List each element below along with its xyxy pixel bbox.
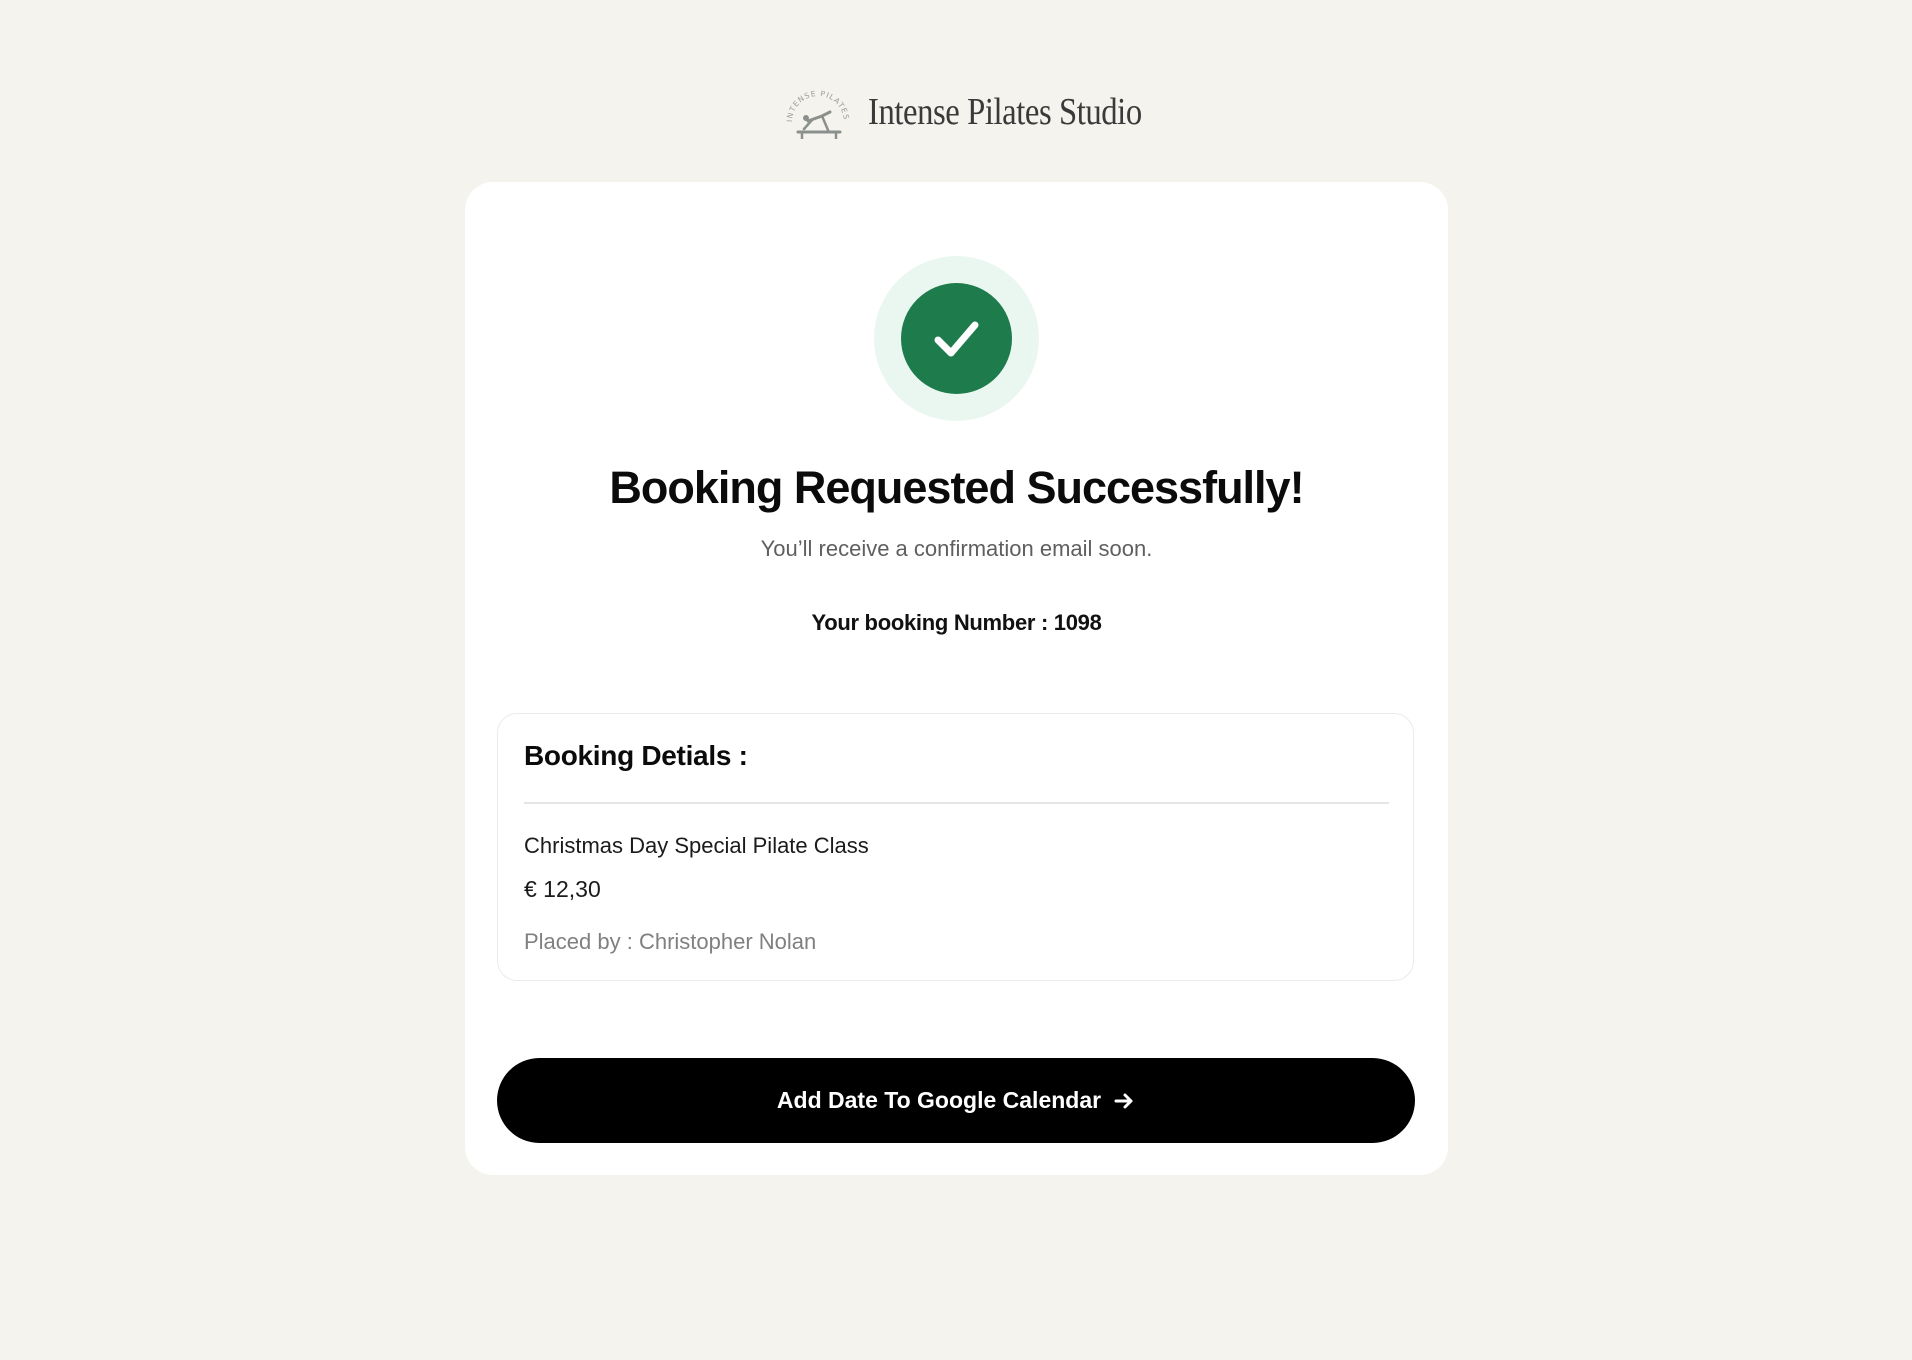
booking-number: Your booking Number : 1098: [811, 610, 1102, 635]
success-circle: [901, 283, 1012, 394]
add-to-google-calendar-button[interactable]: Add Date To Google Calendar: [497, 1058, 1415, 1143]
placed-by: Placed by : Christopher Nolan: [524, 929, 817, 954]
arrow-right-icon: [1114, 1093, 1133, 1108]
class-name: Christmas Day Special Pilate Class: [524, 833, 869, 858]
booking-details-title: Booking Detials :: [524, 740, 748, 771]
calendar-button-label: Add Date To Google Calendar: [776, 1087, 1102, 1113]
confirmation-message: You’ll receive a confirmation email soon…: [760, 536, 1153, 561]
booking-details-panel: Booking Detials : Christmas Day Special …: [497, 713, 1414, 981]
page-title: Booking Requested Successfully!: [609, 462, 1304, 513]
brand-header: INTENSE PILATES STUDIO Intense Pilates S…: [0, 82, 1912, 142]
confirmation-card: Booking Requested Successfully! You’ll r…: [465, 182, 1448, 1175]
studio-name: Intense Pilates Studio: [868, 91, 1142, 133]
studio-logo-icon: INTENSE PILATES STUDIO: [782, 82, 851, 139]
class-price: € 12,30: [524, 876, 601, 902]
details-divider: [524, 802, 1389, 804]
check-icon: [934, 321, 978, 356]
success-indicator: [874, 256, 1039, 421]
svg-text:INTENSE PILATES STUDIO: INTENSE PILATES STUDIO: [782, 82, 851, 122]
